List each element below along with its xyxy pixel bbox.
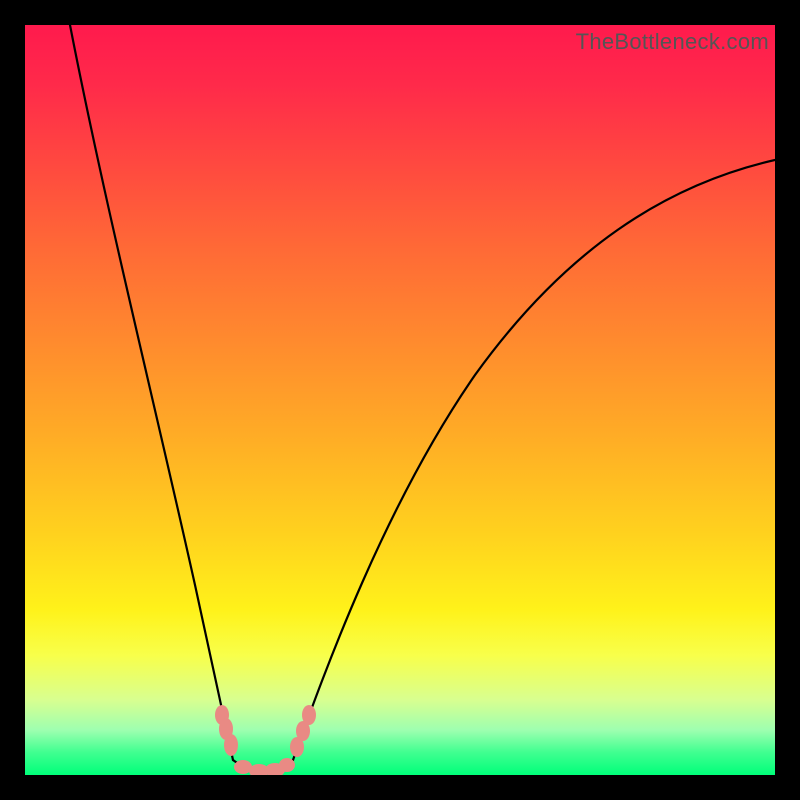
bottleneck-curve [25, 25, 775, 775]
watermark-text: TheBottleneck.com [576, 29, 769, 55]
bead-cluster-left [215, 705, 238, 756]
chart-frame: TheBottleneck.com [25, 25, 775, 775]
bead-cluster-right [290, 705, 316, 757]
bead-cluster-bottom [234, 758, 295, 775]
curve-left-branch [70, 25, 233, 760]
curve-right-branch [293, 160, 775, 760]
